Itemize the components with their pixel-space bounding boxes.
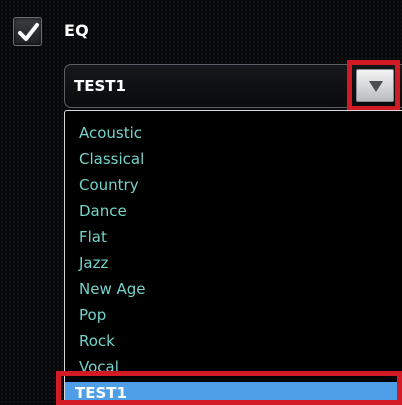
triangle-down-icon bbox=[369, 81, 383, 92]
list-item[interactable]: Country bbox=[79, 174, 139, 196]
list-item[interactable]: Jazz bbox=[79, 252, 108, 274]
eq-settings-panel: EQ TEST1 Acoustic Classical Country Danc… bbox=[0, 0, 402, 405]
list-item[interactable]: Flat bbox=[79, 226, 107, 248]
eq-checkbox[interactable] bbox=[13, 17, 42, 46]
list-item[interactable]: New Age bbox=[79, 278, 146, 300]
checkmark-icon bbox=[18, 23, 39, 41]
list-item[interactable]: Acoustic bbox=[79, 122, 142, 144]
selected-preset-value: TEST1 bbox=[74, 77, 126, 95]
dropdown-button[interactable] bbox=[356, 69, 394, 102]
list-item[interactable]: Pop bbox=[79, 304, 106, 326]
selected-item-highlight bbox=[56, 371, 402, 405]
list-item[interactable]: Dance bbox=[79, 200, 127, 222]
list-item[interactable]: Rock bbox=[79, 330, 115, 352]
eq-preset-list[interactable]: Acoustic Classical Country Dance Flat Ja… bbox=[64, 110, 402, 405]
eq-label: EQ bbox=[64, 21, 89, 40]
list-item[interactable]: Classical bbox=[79, 148, 144, 170]
